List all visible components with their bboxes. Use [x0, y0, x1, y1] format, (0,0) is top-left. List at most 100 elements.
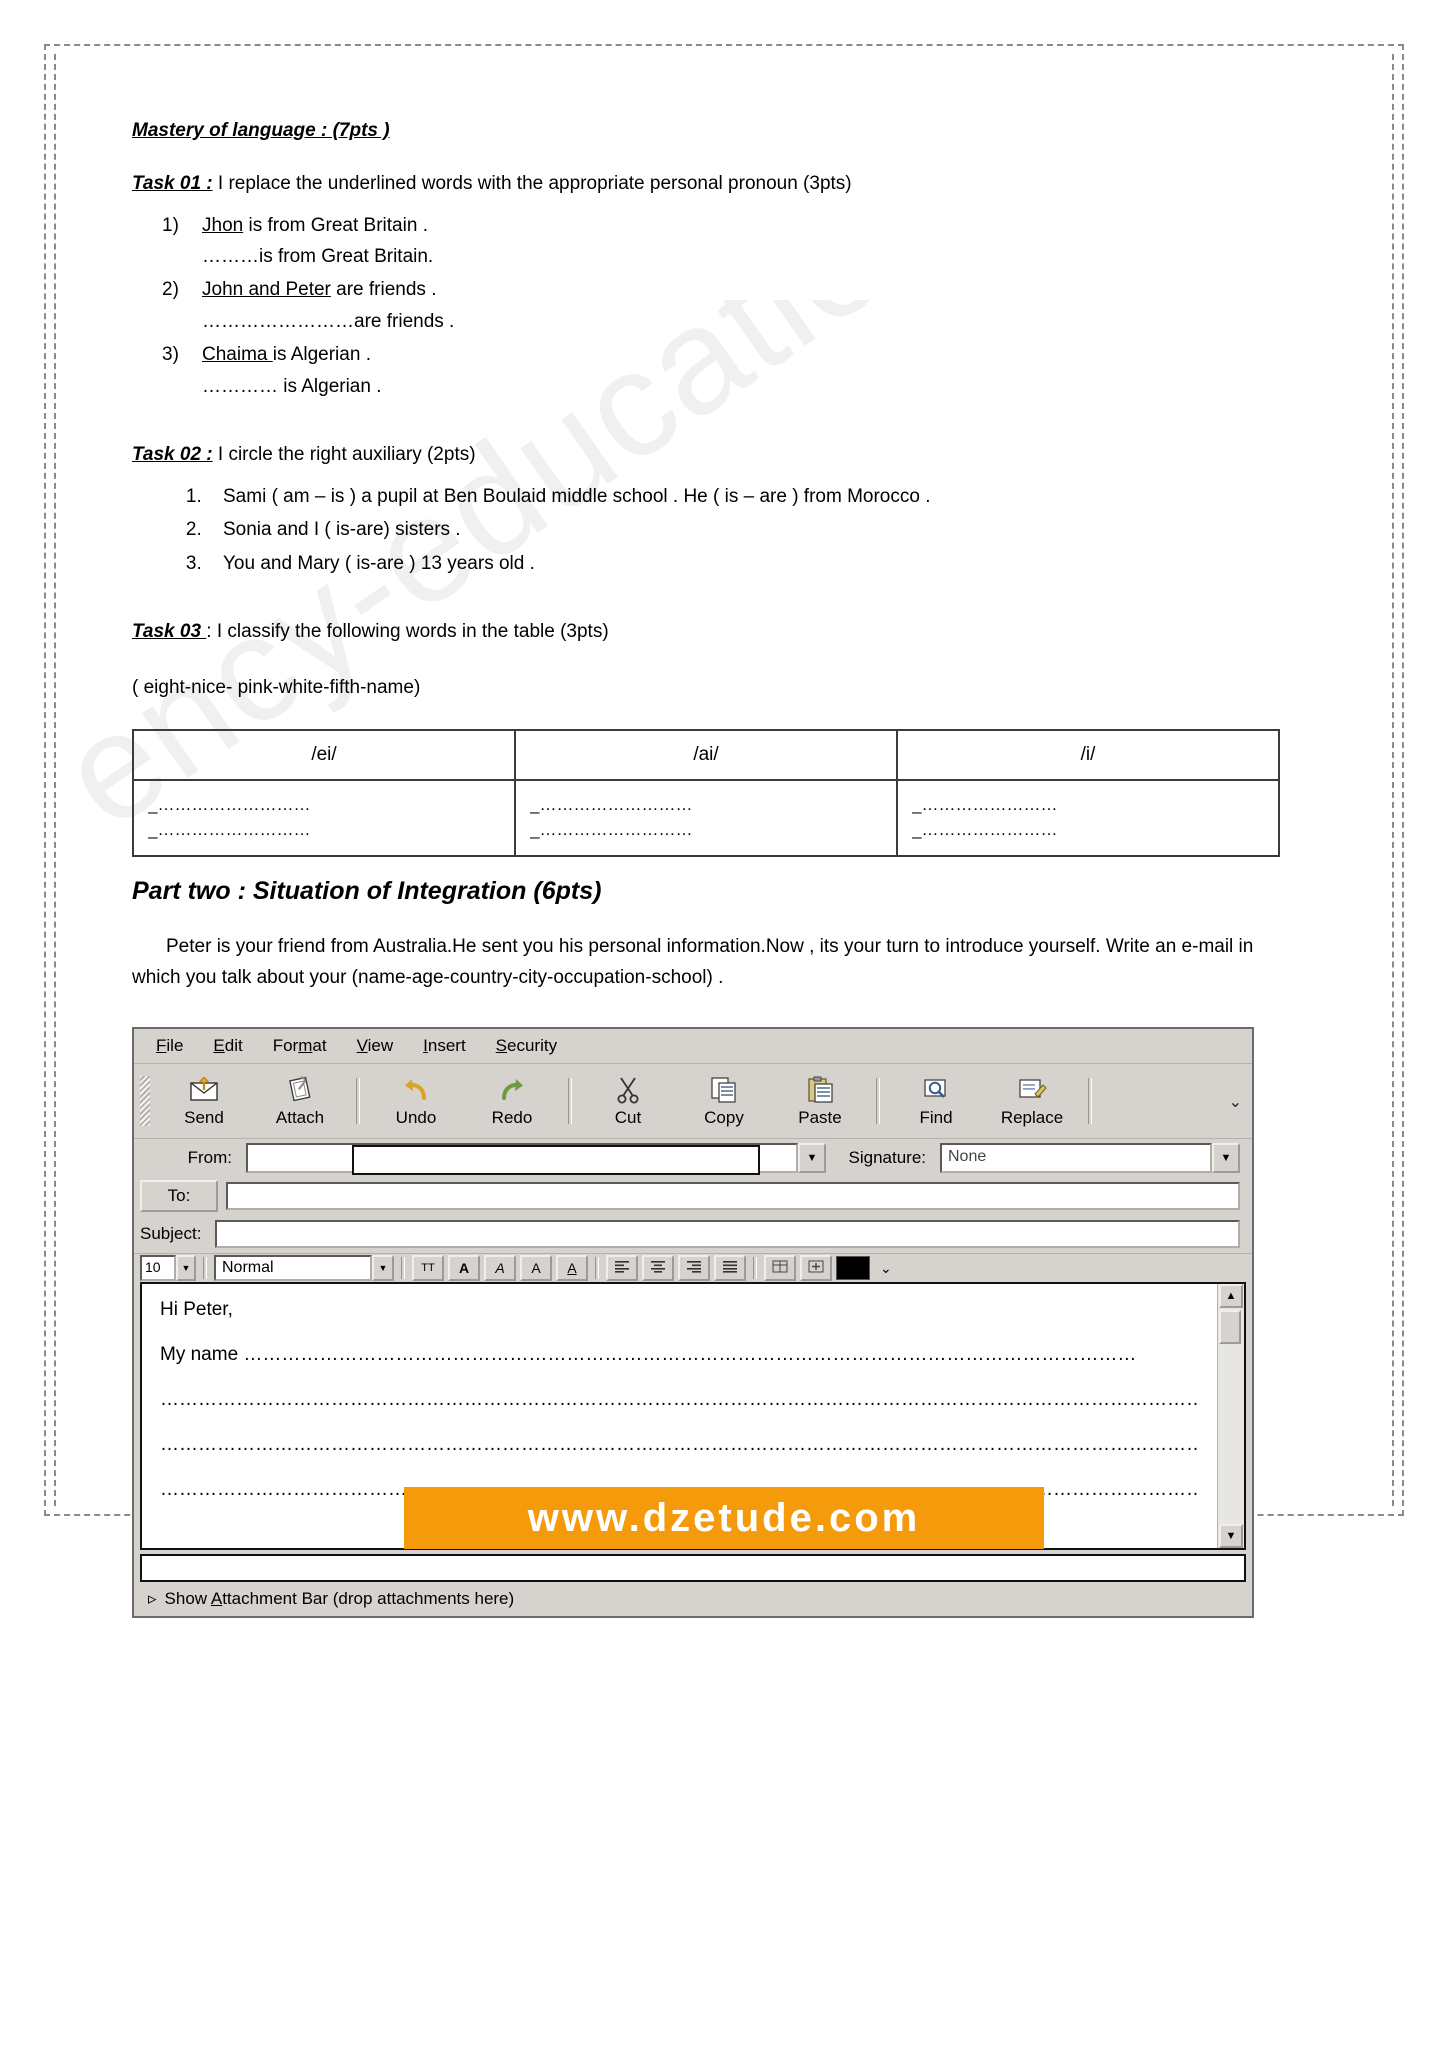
toolbar-separator: [1088, 1078, 1092, 1125]
font-color-button[interactable]: A: [556, 1255, 588, 1282]
table-row: _……………………… _……………………… _……………………… _…………………: [132, 778, 1280, 857]
list-item: 3) Chaima is Algerian . ………… is Algerian…: [162, 340, 1292, 401]
menu-item-edit[interactable]: Edit: [213, 1036, 242, 1056]
replace-label: Replace: [1000, 1107, 1064, 1127]
font-size-value[interactable]: 10: [140, 1255, 176, 1282]
redo-button[interactable]: Redo: [464, 1068, 560, 1134]
attach-button[interactable]: Attach: [252, 1068, 348, 1134]
table-cell: _……………………… _………………………: [514, 778, 898, 857]
toolbar-overflow-chevron-down-icon[interactable]: ⌄: [1229, 1092, 1242, 1112]
attachment-bar[interactable]: ▹ Show Attachment Bar (drop attachments …: [134, 1582, 1252, 1617]
copy-button[interactable]: Copy: [676, 1068, 772, 1134]
task-02-label: Task 02 :: [132, 444, 213, 466]
find-label: Find: [919, 1107, 953, 1127]
body-line: ……………………………………………………………………………………………………………: [160, 1435, 1199, 1455]
item-text: is Algerian .: [272, 344, 371, 366]
item-text: are friends .: [330, 279, 437, 301]
task-02-heading: Task 02 : I circle the right auxiliary (…: [132, 441, 1292, 470]
item-number: 1): [162, 214, 179, 236]
insert-icon: [808, 1260, 824, 1276]
italic-a-label: A: [495, 1260, 505, 1277]
insert-object-button[interactable]: [800, 1255, 832, 1282]
from-label: From:: [187, 1148, 232, 1168]
align-right-button[interactable]: [678, 1255, 710, 1282]
chevron-down-icon[interactable]: ▼: [798, 1143, 826, 1174]
expand-triangle-icon[interactable]: ▹: [148, 1589, 157, 1609]
bold-button[interactable]: A: [448, 1255, 480, 1282]
color-swatch[interactable]: [836, 1256, 870, 1281]
clipboard-paste-icon: [806, 1075, 834, 1105]
toolbar-separator: [595, 1257, 599, 1280]
menu-bar: File Edit Format View Insert Security: [134, 1029, 1252, 1065]
scroll-down-button[interactable]: ▼: [1219, 1524, 1243, 1549]
table-header-row: /ei/ /ai/ /i/: [132, 728, 1280, 781]
task-03-wordbank: ( eight-nice- pink-white-fifth-name): [132, 677, 421, 699]
phonetics-table: /ei/ /ai/ /i/ _……………………… _……………………… _…………: [132, 728, 1280, 857]
subject-input[interactable]: [215, 1220, 1240, 1249]
redo-arrow-icon: [498, 1075, 526, 1105]
body-scrollbar[interactable]: ▲ ▼: [1217, 1284, 1244, 1549]
replace-button[interactable]: Replace: [984, 1068, 1080, 1134]
answer-blank: ………… is Algerian .: [202, 375, 382, 397]
font-button[interactable]: TT: [412, 1255, 444, 1282]
column-header-ai: /ai/: [514, 728, 898, 781]
menu-item-view[interactable]: View: [357, 1036, 394, 1056]
magnifier-icon: [922, 1075, 950, 1105]
format-overflow-chevron-down-icon[interactable]: ⌄: [880, 1260, 892, 1277]
paste-button[interactable]: Paste: [772, 1068, 868, 1134]
font-size-combobox[interactable]: 10 ▼: [140, 1255, 196, 1282]
paragraph-style-value[interactable]: Normal: [214, 1255, 372, 1282]
body-line: ……………………………………………………………………………………………………………: [160, 1390, 1199, 1410]
signature-combobox[interactable]: None ▼: [940, 1143, 1240, 1174]
subject-label: Subject:: [140, 1224, 202, 1244]
paragraph-style-combobox[interactable]: Normal ▼: [214, 1255, 394, 1282]
scrollbar-thumb[interactable]: [1219, 1310, 1241, 1345]
italic-button[interactable]: A: [484, 1255, 516, 1282]
toolbar-separator: [401, 1257, 405, 1280]
undo-arrow-icon: [402, 1075, 430, 1105]
to-row: To:: [134, 1177, 1252, 1216]
copy-label: Copy: [704, 1107, 744, 1127]
body-line: My name ………………………………………………………………………………………: [160, 1345, 1137, 1365]
insert-table-button[interactable]: [764, 1255, 796, 1282]
cut-button[interactable]: Cut: [580, 1068, 676, 1134]
align-left-button[interactable]: [606, 1255, 638, 1282]
list-item: 1) Jhon is from Great Britain . ………is fr…: [162, 211, 1292, 272]
bold-a-label: A: [458, 1260, 470, 1277]
menu-item-file[interactable]: File: [156, 1036, 183, 1056]
signature-value[interactable]: None: [940, 1143, 1212, 1174]
menu-item-format[interactable]: Format: [273, 1036, 327, 1056]
align-center-button[interactable]: [642, 1255, 674, 1282]
section-title: Mastery of language : (7pts ): [132, 120, 390, 141]
to-input[interactable]: [226, 1182, 1240, 1211]
scrollbar-track[interactable]: [1218, 1344, 1244, 1524]
chevron-down-icon[interactable]: ▼: [372, 1255, 394, 1282]
to-button[interactable]: To:: [140, 1180, 218, 1213]
column-header-i: /i/: [896, 728, 1280, 781]
menu-item-security[interactable]: Security: [496, 1036, 557, 1056]
part-two-title: Part two : Situation of Integration (6pt…: [132, 876, 602, 905]
menu-item-insert[interactable]: Insert: [423, 1036, 466, 1056]
toolbar-grip[interactable]: [140, 1076, 150, 1127]
paragraph-text: Peter is your friend from Australia.He s…: [132, 935, 1254, 988]
align-left-icon: [614, 1260, 630, 1276]
chevron-down-icon[interactable]: ▼: [1212, 1143, 1240, 1174]
table-cell: _……………………… _………………………: [132, 778, 516, 857]
replace-icon: [1017, 1075, 1047, 1105]
table-icon: [772, 1260, 788, 1276]
from-field-overlay: [352, 1145, 760, 1176]
scroll-up-button[interactable]: ▲: [1219, 1284, 1243, 1309]
find-button[interactable]: Find: [888, 1068, 984, 1134]
toolbar-separator: [203, 1257, 207, 1280]
signature-label: Signature:: [848, 1148, 927, 1168]
align-justify-button[interactable]: [714, 1255, 746, 1282]
list-item: Sonia and I ( is-are) sisters .: [207, 515, 1292, 544]
task-03-label: Task 03: [132, 620, 207, 642]
answer-blank: ………is from Great Britain.: [202, 245, 434, 267]
item-text: is from Great Britain .: [243, 214, 428, 236]
underlined-word: Jhon: [202, 214, 244, 236]
underline-button[interactable]: A: [520, 1255, 552, 1282]
undo-button[interactable]: Undo: [368, 1068, 464, 1134]
send-button[interactable]: Send: [156, 1068, 252, 1134]
chevron-down-icon[interactable]: ▼: [176, 1255, 196, 1282]
